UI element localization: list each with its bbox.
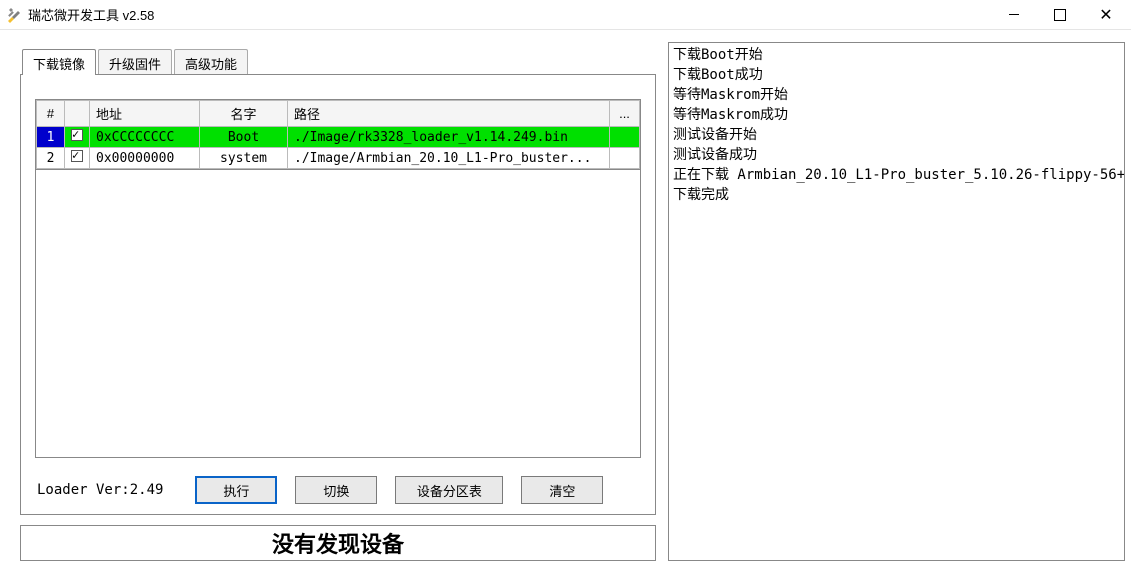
log-line: 正在下载 Armbian_20.10_L1-Pro_buster_5.10.26… xyxy=(673,165,1120,185)
cell-checkbox[interactable] xyxy=(65,127,90,148)
log-line: 下载Boot成功 xyxy=(673,65,1120,85)
minimize-button[interactable] xyxy=(991,0,1037,30)
table-row[interactable]: 2 0x00000000system./Image/Armbian_20.10_L… xyxy=(37,148,640,169)
col-header-index[interactable]: # xyxy=(37,101,65,127)
close-button[interactable]: ✕ xyxy=(1083,0,1129,30)
clear-button[interactable]: 清空 xyxy=(521,476,603,504)
log-line: 下载完成 xyxy=(673,185,1120,205)
table-empty-area[interactable] xyxy=(35,170,641,458)
cell-address[interactable]: 0xCCCCCCCC xyxy=(90,127,200,148)
cell-name[interactable]: system xyxy=(200,148,288,169)
switch-button[interactable]: 切换 xyxy=(295,476,377,504)
col-header-path[interactable]: 路径 xyxy=(288,101,610,127)
cell-index: 2 xyxy=(37,148,65,169)
partition-button[interactable]: 设备分区表 xyxy=(395,476,503,504)
cell-checkbox[interactable] xyxy=(65,148,90,169)
tab-download-image[interactable]: 下载镜像 xyxy=(22,49,96,75)
window-title: 瑞芯微开发工具 v2.58 xyxy=(28,5,154,24)
col-header-more[interactable]: ... xyxy=(610,101,640,127)
device-status: 没有发现设备 xyxy=(20,525,656,561)
image-table: # 地址 名字 路径 ... 1 0xCCCCCCCCBoot./Image/rk… xyxy=(35,99,641,170)
loader-version-label: Loader Ver:2.49 xyxy=(37,482,163,498)
execute-button[interactable]: 执行 xyxy=(195,476,277,504)
cell-more[interactable] xyxy=(610,127,640,148)
cell-path[interactable]: ./Image/Armbian_20.10_L1-Pro_buster... xyxy=(288,148,610,169)
table-row[interactable]: 1 0xCCCCCCCCBoot./Image/rk3328_loader_v1.… xyxy=(37,127,640,148)
log-output[interactable]: 下载Boot开始下载Boot成功等待Maskrom开始等待Maskrom成功测试… xyxy=(668,42,1125,561)
log-line: 等待Maskrom开始 xyxy=(673,85,1120,105)
tab-advanced[interactable]: 高级功能 xyxy=(174,49,248,75)
col-header-address[interactable]: 地址 xyxy=(90,101,200,127)
cell-name[interactable]: Boot xyxy=(200,127,288,148)
col-header-name[interactable]: 名字 xyxy=(200,101,288,127)
log-line: 测试设备成功 xyxy=(673,145,1120,165)
log-line: 测试设备开始 xyxy=(673,125,1120,145)
log-line: 下载Boot开始 xyxy=(673,45,1120,65)
tab-content: # 地址 名字 路径 ... 1 0xCCCCCCCCBoot./Image/rk… xyxy=(20,74,656,515)
cell-address[interactable]: 0x00000000 xyxy=(90,148,200,169)
log-line: 等待Maskrom成功 xyxy=(673,105,1120,125)
checkbox-icon[interactable] xyxy=(71,150,83,162)
tab-upgrade-firmware[interactable]: 升级固件 xyxy=(98,49,172,75)
checkbox-icon[interactable] xyxy=(71,129,83,141)
maximize-button[interactable] xyxy=(1037,0,1083,30)
app-icon xyxy=(6,7,22,23)
tabs: 下载镜像 升级固件 高级功能 xyxy=(22,48,656,74)
cell-more[interactable] xyxy=(610,148,640,169)
titlebar: 瑞芯微开发工具 v2.58 ✕ xyxy=(0,0,1131,30)
table-header-row: # 地址 名字 路径 ... xyxy=(37,101,640,127)
col-header-check[interactable] xyxy=(65,101,90,127)
cell-path[interactable]: ./Image/rk3328_loader_v1.14.249.bin xyxy=(288,127,610,148)
cell-index: 1 xyxy=(37,127,65,148)
